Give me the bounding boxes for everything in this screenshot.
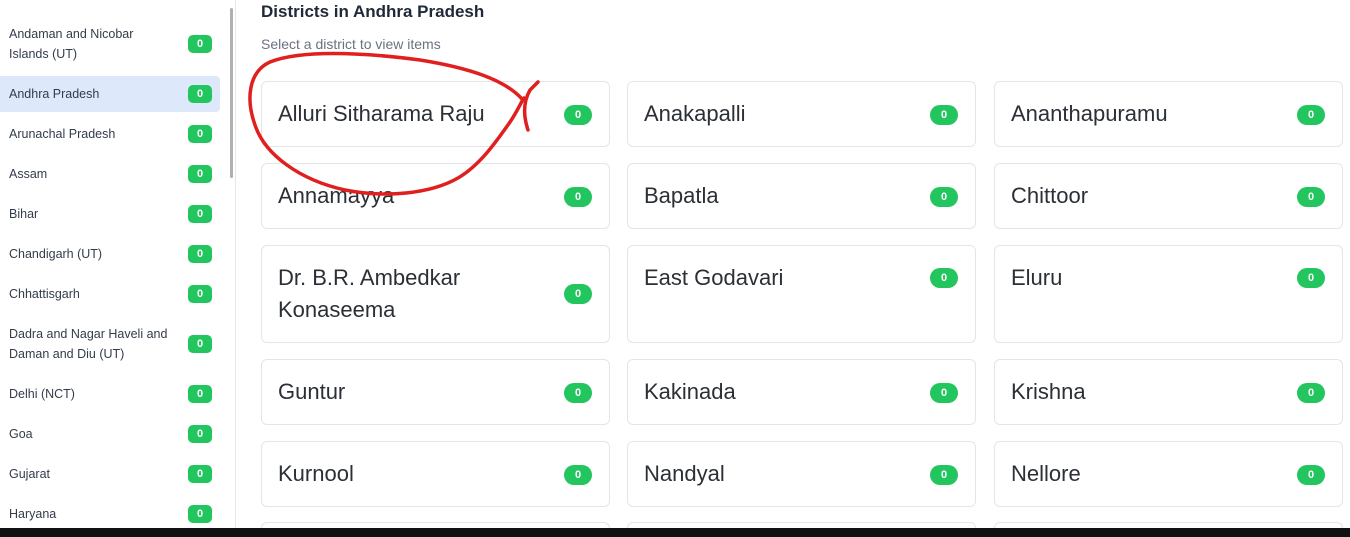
district-name: Dr. B.R. Ambedkar Konaseema bbox=[278, 265, 461, 322]
state-sidebar: Andaman and Nicobar Islands (UT) 0 Andhr… bbox=[0, 0, 236, 528]
district-card[interactable]: Nellore 0 bbox=[994, 441, 1343, 507]
sidebar-item-haryana[interactable]: Haryana 0 bbox=[0, 496, 220, 528]
districts-panel: Districts in Andhra Pradesh Select a dis… bbox=[236, 0, 1350, 537]
count-badge: 0 bbox=[1297, 105, 1325, 125]
district-card[interactable]: Alluri Sitharama Raju 0 bbox=[261, 81, 610, 147]
district-card[interactable]: Kakinada 0 bbox=[627, 359, 976, 425]
district-name: Krishna bbox=[1011, 379, 1086, 404]
district-name: Annamayya bbox=[278, 183, 395, 208]
count-badge: 0 bbox=[564, 105, 592, 125]
count-badge: 0 bbox=[930, 465, 958, 485]
count-badge: 0 bbox=[188, 425, 212, 443]
district-card[interactable]: Dr. B.R. Ambedkar Konaseema 0 bbox=[261, 245, 610, 343]
district-card[interactable]: Guntur 0 bbox=[261, 359, 610, 425]
sidebar-item-label: Haryana bbox=[9, 507, 57, 521]
district-card[interactable]: Bapatla 0 bbox=[627, 163, 976, 229]
district-card[interactable]: East Godavari 0 bbox=[627, 245, 976, 343]
count-badge: 0 bbox=[1297, 268, 1325, 288]
count-badge: 0 bbox=[1297, 465, 1325, 485]
sidebar-item-assam[interactable]: Assam 0 bbox=[0, 156, 220, 192]
district-name: Ananthapuramu bbox=[1011, 101, 1168, 126]
district-card[interactable]: Chittoor 0 bbox=[994, 163, 1343, 229]
district-name: Nellore bbox=[1011, 461, 1081, 486]
district-name: Anakapalli bbox=[644, 101, 746, 126]
count-badge: 0 bbox=[188, 125, 212, 143]
sidebar-item-dadra-nagar-haveli[interactable]: Dadra and Nagar Haveli and Daman and Diu… bbox=[0, 326, 220, 362]
count-badge: 0 bbox=[188, 245, 212, 263]
sidebar-item-label: Gujarat bbox=[9, 467, 50, 481]
district-card[interactable]: Ananthapuramu 0 bbox=[994, 81, 1343, 147]
count-badge: 0 bbox=[188, 335, 212, 353]
district-name: Eluru bbox=[1011, 265, 1063, 290]
sidebar-item-andhra-pradesh[interactable]: Andhra Pradesh 0 bbox=[0, 76, 220, 112]
sidebar-item-label: Goa bbox=[9, 427, 33, 441]
district-card[interactable]: Annamayya 0 bbox=[261, 163, 610, 229]
district-name: East Godavari bbox=[644, 265, 784, 290]
sidebar-scrollbar[interactable] bbox=[230, 8, 233, 178]
count-badge: 0 bbox=[564, 383, 592, 403]
sidebar-item-andaman-nicobar[interactable]: Andaman and Nicobar Islands (UT) 0 bbox=[0, 26, 220, 62]
sidebar-item-label: Assam bbox=[9, 167, 48, 181]
page-title: Districts in Andhra Pradesh bbox=[261, 2, 485, 21]
count-badge: 0 bbox=[188, 285, 212, 303]
count-badge: 0 bbox=[930, 268, 958, 288]
sidebar-item-label: Chandigarh (UT) bbox=[9, 247, 103, 261]
count-badge: 0 bbox=[930, 383, 958, 403]
district-card[interactable]: Krishna 0 bbox=[994, 359, 1343, 425]
sidebar-item-label: Chhattisgarh bbox=[9, 287, 80, 301]
count-badge: 0 bbox=[1297, 383, 1325, 403]
count-badge: 0 bbox=[188, 505, 212, 523]
sidebar-item-arunachal-pradesh[interactable]: Arunachal Pradesh 0 bbox=[0, 116, 220, 152]
count-badge: 0 bbox=[930, 187, 958, 207]
sidebar-item-chhattisgarh[interactable]: Chhattisgarh 0 bbox=[0, 276, 220, 312]
sidebar-item-label: Andaman and Nicobar Islands (UT) bbox=[9, 27, 134, 61]
app-window: Andaman and Nicobar Islands (UT) 0 Andhr… bbox=[0, 0, 1350, 537]
district-name: Alluri Sitharama Raju bbox=[278, 101, 485, 126]
count-badge: 0 bbox=[188, 465, 212, 483]
sidebar-item-label: Delhi (NCT) bbox=[9, 387, 75, 401]
district-name: Kurnool bbox=[278, 461, 354, 486]
district-card[interactable]: Anakapalli 0 bbox=[627, 81, 976, 147]
district-name: Chittoor bbox=[1011, 183, 1089, 208]
district-card[interactable]: Kurnool 0 bbox=[261, 441, 610, 507]
count-badge: 0 bbox=[188, 85, 212, 103]
count-badge: 0 bbox=[188, 385, 212, 403]
sidebar-item-label: Dadra and Nagar Haveli and Daman and Diu… bbox=[9, 327, 168, 361]
sidebar-item-label: Andhra Pradesh bbox=[9, 87, 100, 101]
sidebar-item-chandigarh[interactable]: Chandigarh (UT) 0 bbox=[0, 236, 220, 272]
district-name: Nandyal bbox=[644, 461, 725, 486]
count-badge: 0 bbox=[564, 465, 592, 485]
count-badge: 0 bbox=[564, 187, 592, 207]
sidebar-item-bihar[interactable]: Bihar 0 bbox=[0, 196, 220, 232]
district-name: Kakinada bbox=[644, 379, 736, 404]
sidebar-item-label: Bihar bbox=[9, 207, 39, 221]
page-subtitle: Select a district to view items bbox=[261, 36, 441, 52]
count-badge: 0 bbox=[188, 205, 212, 223]
district-card[interactable]: Nandyal 0 bbox=[627, 441, 976, 507]
count-badge: 0 bbox=[1297, 187, 1325, 207]
sidebar-item-goa[interactable]: Goa 0 bbox=[0, 416, 220, 452]
count-badge: 0 bbox=[188, 165, 212, 183]
district-name: Guntur bbox=[278, 379, 346, 404]
taskbar-edge bbox=[0, 528, 1350, 537]
count-badge: 0 bbox=[188, 35, 212, 53]
count-badge: 0 bbox=[564, 284, 592, 304]
district-name: Bapatla bbox=[644, 183, 719, 208]
district-card[interactable]: Eluru 0 bbox=[994, 245, 1343, 343]
count-badge: 0 bbox=[930, 105, 958, 125]
sidebar-item-delhi[interactable]: Delhi (NCT) 0 bbox=[0, 376, 220, 412]
sidebar-item-gujarat[interactable]: Gujarat 0 bbox=[0, 456, 220, 492]
sidebar-item-label: Arunachal Pradesh bbox=[9, 127, 116, 141]
